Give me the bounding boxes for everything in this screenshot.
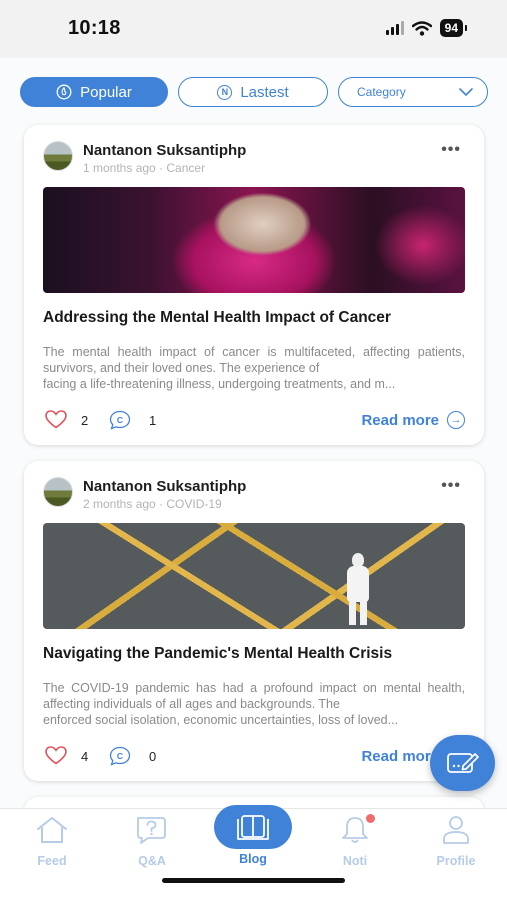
write-post-button[interactable] [430, 735, 495, 791]
wifi-icon [411, 20, 432, 36]
read-more-label: Read more [361, 747, 439, 765]
nav-feed-label: Feed [37, 854, 67, 868]
svg-text:C: C [117, 751, 123, 761]
flame-circle-icon [56, 84, 72, 100]
status-bar: 10:18 94 [0, 0, 507, 58]
avatar[interactable] [43, 477, 73, 507]
home-indicator [162, 878, 345, 883]
post-image[interactable] [43, 523, 465, 629]
nav-qa-label: Q&A [138, 854, 166, 868]
post-card[interactable]: Nantanon Suksantiphp 2 months ago · COVI… [24, 461, 484, 781]
post-excerpt: The COVID-19 pandemic has had a profound… [43, 680, 465, 728]
post-title[interactable]: Navigating the Pandemic's Mental Health … [43, 645, 392, 663]
chevron-down-icon [459, 88, 473, 96]
nav-noti[interactable]: Noti [315, 814, 395, 868]
person-icon [443, 816, 469, 844]
heart-icon[interactable] [45, 746, 67, 765]
comment-count: 1 [149, 413, 157, 428]
post-author-row: Nantanon Suksantiphp 1 months ago · Canc… [43, 139, 465, 179]
nav-profile[interactable]: Profile [416, 815, 496, 868]
post-actions: 4 C 0 Read more → [43, 745, 465, 767]
post-title[interactable]: Addressing the Mental Health Impact of C… [43, 309, 391, 327]
read-more-link[interactable]: Read more → [361, 411, 465, 429]
filter-bar: Popular N Lastest Category [20, 77, 488, 107]
category-dropdown[interactable]: Category [338, 77, 488, 107]
book-icon [237, 815, 269, 840]
svg-text:C: C [117, 415, 123, 425]
heart-icon[interactable] [45, 410, 67, 429]
latest-n-icon: N [217, 84, 233, 100]
notification-bell-wrap [337, 814, 375, 850]
post-excerpt-last-line: enforced social isolation, economic unce… [43, 713, 399, 727]
home-icon [37, 817, 67, 843]
filter-popular-button[interactable]: Popular [20, 77, 168, 107]
hazmat-figure [343, 553, 373, 625]
filter-latest-label: Lastest [240, 83, 289, 101]
nav-blog-active-indicator [214, 805, 292, 849]
signal-icon [385, 21, 404, 35]
nav-qa[interactable]: Q&A [112, 815, 192, 868]
nav-feed[interactable]: Feed [12, 815, 92, 868]
post-meta: 2 months ago · COVID-19 [83, 497, 222, 511]
filter-popular-label: Popular [80, 83, 132, 101]
status-time: 10:18 [68, 17, 121, 39]
nav-noti-label: Noti [342, 854, 368, 868]
question-bubble-icon [137, 817, 166, 844]
like-count: 4 [81, 749, 89, 764]
nav-blog[interactable]: Blog [213, 805, 293, 866]
like-count: 2 [81, 413, 89, 428]
post-meta: 1 months ago · Cancer [83, 161, 206, 175]
author-name[interactable]: Nantanon Suksantiphp [83, 142, 246, 159]
post-card[interactable]: Nantanon Suksantiphp 1 months ago · Canc… [24, 125, 484, 445]
status-indicators: 94 [385, 19, 468, 37]
filter-latest-button[interactable]: N Lastest [178, 77, 328, 107]
notification-badge [366, 814, 375, 823]
comment-count: 0 [149, 749, 157, 764]
post-excerpt: The mental health impact of cancer is mu… [43, 344, 465, 392]
post-author-row: Nantanon Suksantiphp 2 months ago · COVI… [43, 475, 465, 515]
read-more-label: Read more [361, 411, 439, 429]
compose-icon [446, 753, 479, 773]
nav-profile-label: Profile [436, 854, 476, 868]
post-excerpt-text: The mental health impact of cancer is mu… [43, 345, 465, 375]
more-options-icon[interactable]: ••• [441, 477, 461, 495]
arrow-right-icon: → [447, 411, 465, 429]
more-options-icon[interactable]: ••• [441, 141, 461, 159]
post-image[interactable] [43, 187, 465, 293]
post-excerpt-last-line: facing a life-threatening illness, under… [43, 377, 396, 391]
battery-indicator: 94 [439, 19, 468, 37]
author-name[interactable]: Nantanon Suksantiphp [83, 478, 246, 495]
post-excerpt-text: The COVID-19 pandemic has had a profound… [43, 681, 465, 711]
post-actions: 2 C 1 Read more → [43, 409, 465, 431]
bottom-nav: Feed Q&A Blog Noti Profile [0, 805, 507, 900]
category-label: Category [357, 85, 406, 99]
nav-blog-label: Blog [239, 852, 267, 866]
avatar[interactable] [43, 141, 73, 171]
comment-icon[interactable]: C [109, 410, 131, 430]
comment-icon[interactable]: C [109, 746, 131, 766]
